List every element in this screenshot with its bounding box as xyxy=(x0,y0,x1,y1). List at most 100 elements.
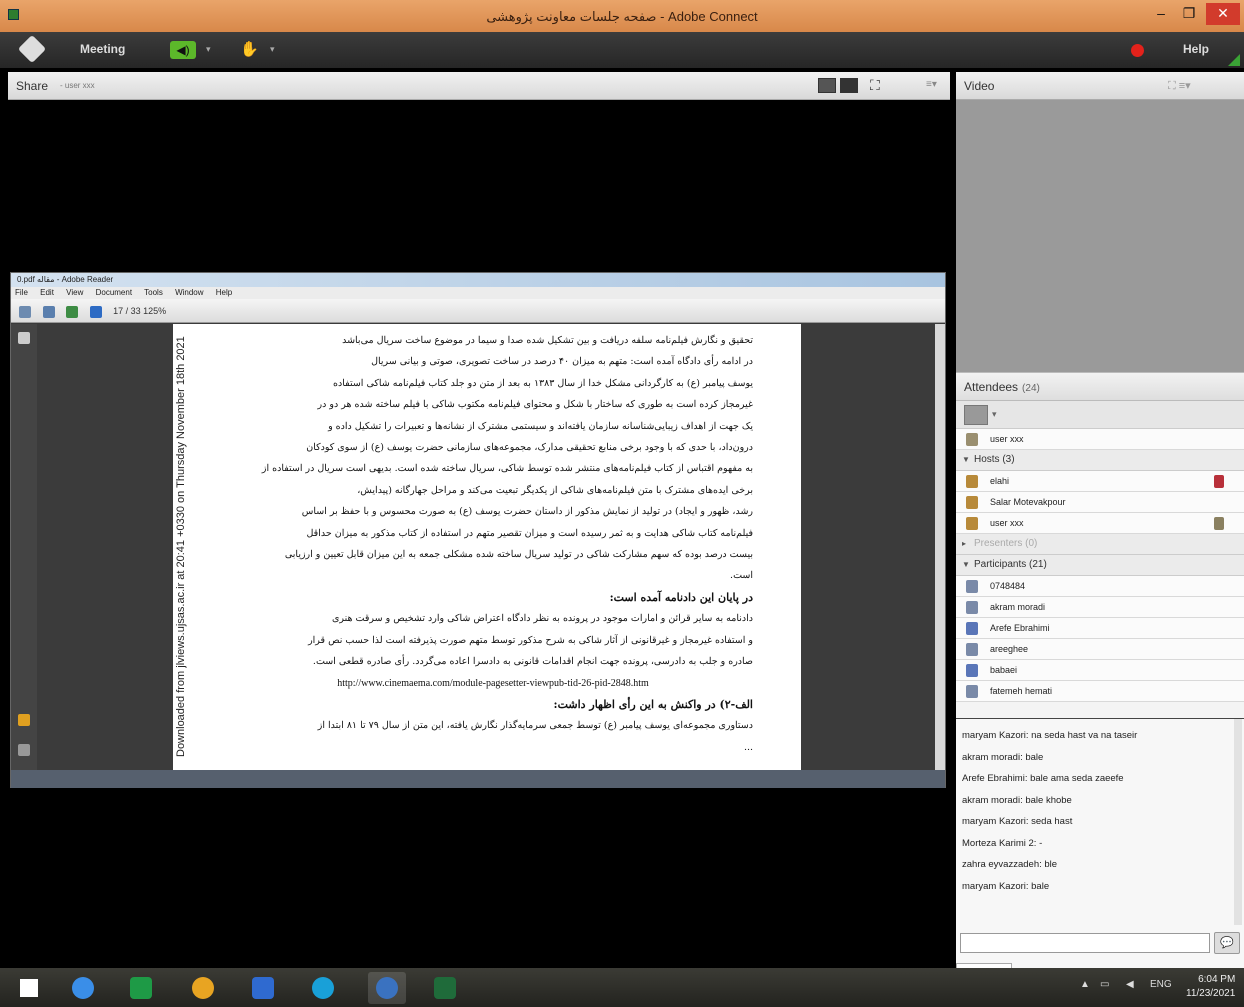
chat-message: maryam Kazori: bale xyxy=(962,880,1050,892)
help-menu[interactable]: Help xyxy=(1183,42,1209,56)
volume-icon[interactable]: ◀ xyxy=(1126,979,1134,990)
group-presenters[interactable]: ▸ Presenters (0) xyxy=(956,534,1244,555)
host-row[interactable]: elahi xyxy=(956,471,1244,492)
acrobat-menu-edit: Edit xyxy=(40,288,54,297)
pdf-line: برخی ایده‌های مشترک با متن فیلم‌نامه‌های… xyxy=(357,484,753,496)
group-participants[interactable]: ▼ Participants (21) xyxy=(956,555,1244,576)
taskbar-security[interactable] xyxy=(244,972,282,1004)
window-title: صفحه جلسات معاونت پژوهشی - Adobe Connect xyxy=(486,9,758,24)
send-message-icon[interactable]: 💬 xyxy=(1214,932,1240,954)
page-zoom-indicator: 17 / 33 125% xyxy=(113,306,167,316)
clock-time: 6:04 PM xyxy=(1198,974,1236,985)
participant-icon xyxy=(966,580,978,593)
acrobat-title: 0.pdf مقاله - Adobe Reader xyxy=(11,273,945,287)
attendees-pod-title: Attendees (24) xyxy=(964,380,1040,394)
video-pod: Video ⛶ ≡▾ xyxy=(956,72,1244,372)
share-pod-presenter: - user xxx xyxy=(60,81,95,90)
taskbar-clock[interactable]: 6:04 PM 11/23/2021 xyxy=(1186,973,1235,1001)
participant-icon xyxy=(966,664,978,677)
status-icon xyxy=(1214,475,1224,488)
participant-row[interactable]: Arefe Ebrahimi xyxy=(956,618,1244,639)
participant-row[interactable]: akram moradi xyxy=(956,597,1244,618)
taskbar-edge[interactable] xyxy=(304,972,342,1004)
video-pod-controls-icon[interactable]: ⛶ ≡▾ xyxy=(1168,79,1191,93)
chat-input[interactable] xyxy=(960,933,1210,953)
store-icon xyxy=(130,977,152,999)
page-up-icon xyxy=(66,305,79,318)
pdf-line: در ادامه رأی دادگاه آمده است: متهم به می… xyxy=(371,356,753,368)
fullscreen-icon[interactable]: ⛶ xyxy=(870,77,880,94)
acrobat-menu-window: Window xyxy=(175,288,204,297)
start-button[interactable] xyxy=(10,972,48,1004)
signatures-icon xyxy=(18,744,30,756)
host-row[interactable]: user xxx xyxy=(956,513,1244,534)
host-icon xyxy=(966,517,978,530)
windows-taskbar: ▲ ▭ ◀ ENG 6:04 PM 11/23/2021 xyxy=(0,968,1244,1007)
pdf-url: http://www.cinemaema.com/module-pagesett… xyxy=(337,677,649,689)
attendees-title-label: Attendees xyxy=(964,380,1019,394)
pdf-line: دادنامه به سایر قرائن و امارات موجود در … xyxy=(331,613,753,625)
attendee-name: babaei xyxy=(990,665,1018,675)
attendee-self[interactable]: user xxx xyxy=(956,429,1244,450)
group-label: Hosts (3) xyxy=(974,454,1015,465)
chat-messages: maryam Kazori: na seda hast va na taseir… xyxy=(956,725,1232,925)
language-indicator[interactable]: ENG xyxy=(1150,979,1172,990)
taskbar-chrome[interactable] xyxy=(184,972,222,1004)
attendee-view-icon[interactable] xyxy=(964,405,988,425)
pdf-line: صادره و جلب به دادرسی، پرونده جهت انجام … xyxy=(312,656,753,668)
attendee-name: Arefe Ebrahimi xyxy=(990,623,1050,633)
participant-row[interactable]: babaei xyxy=(956,660,1244,681)
group-hosts[interactable]: ▼ Hosts (3) xyxy=(956,450,1244,471)
pdf-line: و استفاده غیرمجاز و غیرقانونی از آثار شا… xyxy=(308,634,753,646)
network-icon[interactable]: ▭ xyxy=(1100,979,1109,990)
attachments-icon xyxy=(18,714,30,726)
share-pod-title: Share xyxy=(16,79,49,93)
speaker-icon[interactable]: ◀) xyxy=(170,41,196,59)
acrobat-toolbar: 17 / 33 125% xyxy=(11,299,945,323)
meeting-menu[interactable]: Meeting xyxy=(80,42,125,56)
host-row[interactable]: Salar Motevakpour xyxy=(956,492,1244,513)
chat-scrollbar[interactable] xyxy=(1234,719,1242,925)
acrobat-menu-view: View xyxy=(66,288,84,297)
actual-size-icon[interactable] xyxy=(840,78,858,93)
recording-indicator-icon xyxy=(1131,44,1144,57)
speaker-menu-caret-icon[interactable]: ▾ xyxy=(206,44,211,55)
pdf-line: رشد، ظهور و ایجاد) در تولید از نمایش مذک… xyxy=(301,506,753,518)
maximize-button[interactable]: ❐ xyxy=(1176,3,1202,25)
taskbar-internet-explorer[interactable] xyxy=(64,972,102,1004)
status-menu-caret-icon[interactable]: ▾ xyxy=(270,44,275,55)
tray-expand-icon[interactable]: ▲ xyxy=(1080,979,1090,990)
pdf-text: تحقیق و نگارش فیلم‌نامه سلفه دریافت و بی… xyxy=(233,330,753,758)
participant-row[interactable]: fatemeh hemati xyxy=(956,681,1244,702)
acrobat-menu-help: Help xyxy=(215,288,233,297)
participant-icon xyxy=(966,622,978,635)
host-icon xyxy=(966,475,978,488)
attendees-count: (24) xyxy=(1022,383,1040,394)
minimize-button[interactable]: – xyxy=(1148,3,1174,25)
raise-hand-icon[interactable]: ✋ xyxy=(240,40,259,58)
acrobat-vertical-scrollbar[interactable] xyxy=(935,324,945,770)
taskbar-adobe-connect[interactable] xyxy=(426,972,464,1004)
close-button[interactable]: ✕ xyxy=(1206,3,1240,25)
chat-message: zahra eyvazzadeh: ble xyxy=(962,859,1058,870)
pod-options-icon[interactable]: ≡▾ xyxy=(926,79,937,90)
chat-message: akram moradi: bale khobe xyxy=(962,794,1072,806)
pdf-line: یوسف پیامبر (ع) به کارگردانی مشکل خدا از… xyxy=(333,377,753,389)
fit-width-icon[interactable] xyxy=(818,78,836,93)
chrome-icon xyxy=(192,977,214,999)
chat-message: maryam Kazori: na seda hast va na taseir xyxy=(962,730,1138,741)
taskbar-chrome-active[interactable] xyxy=(368,972,406,1004)
participant-icon xyxy=(966,643,978,656)
email-icon xyxy=(42,305,55,318)
attendee-view-caret-icon[interactable]: ▾ xyxy=(992,409,997,420)
attendee-name: Salar Motevakpour xyxy=(990,497,1066,507)
participant-row[interactable]: areeghee xyxy=(956,639,1244,660)
connection-status-icon xyxy=(1228,54,1240,66)
group-label: Participants (21) xyxy=(974,559,1047,570)
acrobat-status-bar xyxy=(11,770,945,788)
participant-row[interactable]: 0748484 xyxy=(956,576,1244,597)
video-pod-header: Video ⛶ ≡▾ xyxy=(956,72,1244,100)
pdf-line: یک جهت از اهداف زیبایی‌شناسانه سازمان یا… xyxy=(328,420,753,432)
taskbar-store[interactable] xyxy=(122,972,160,1004)
acrobat-document-area: Downloaded from jlviews.ujsas.ac.ir at 2… xyxy=(11,324,945,770)
